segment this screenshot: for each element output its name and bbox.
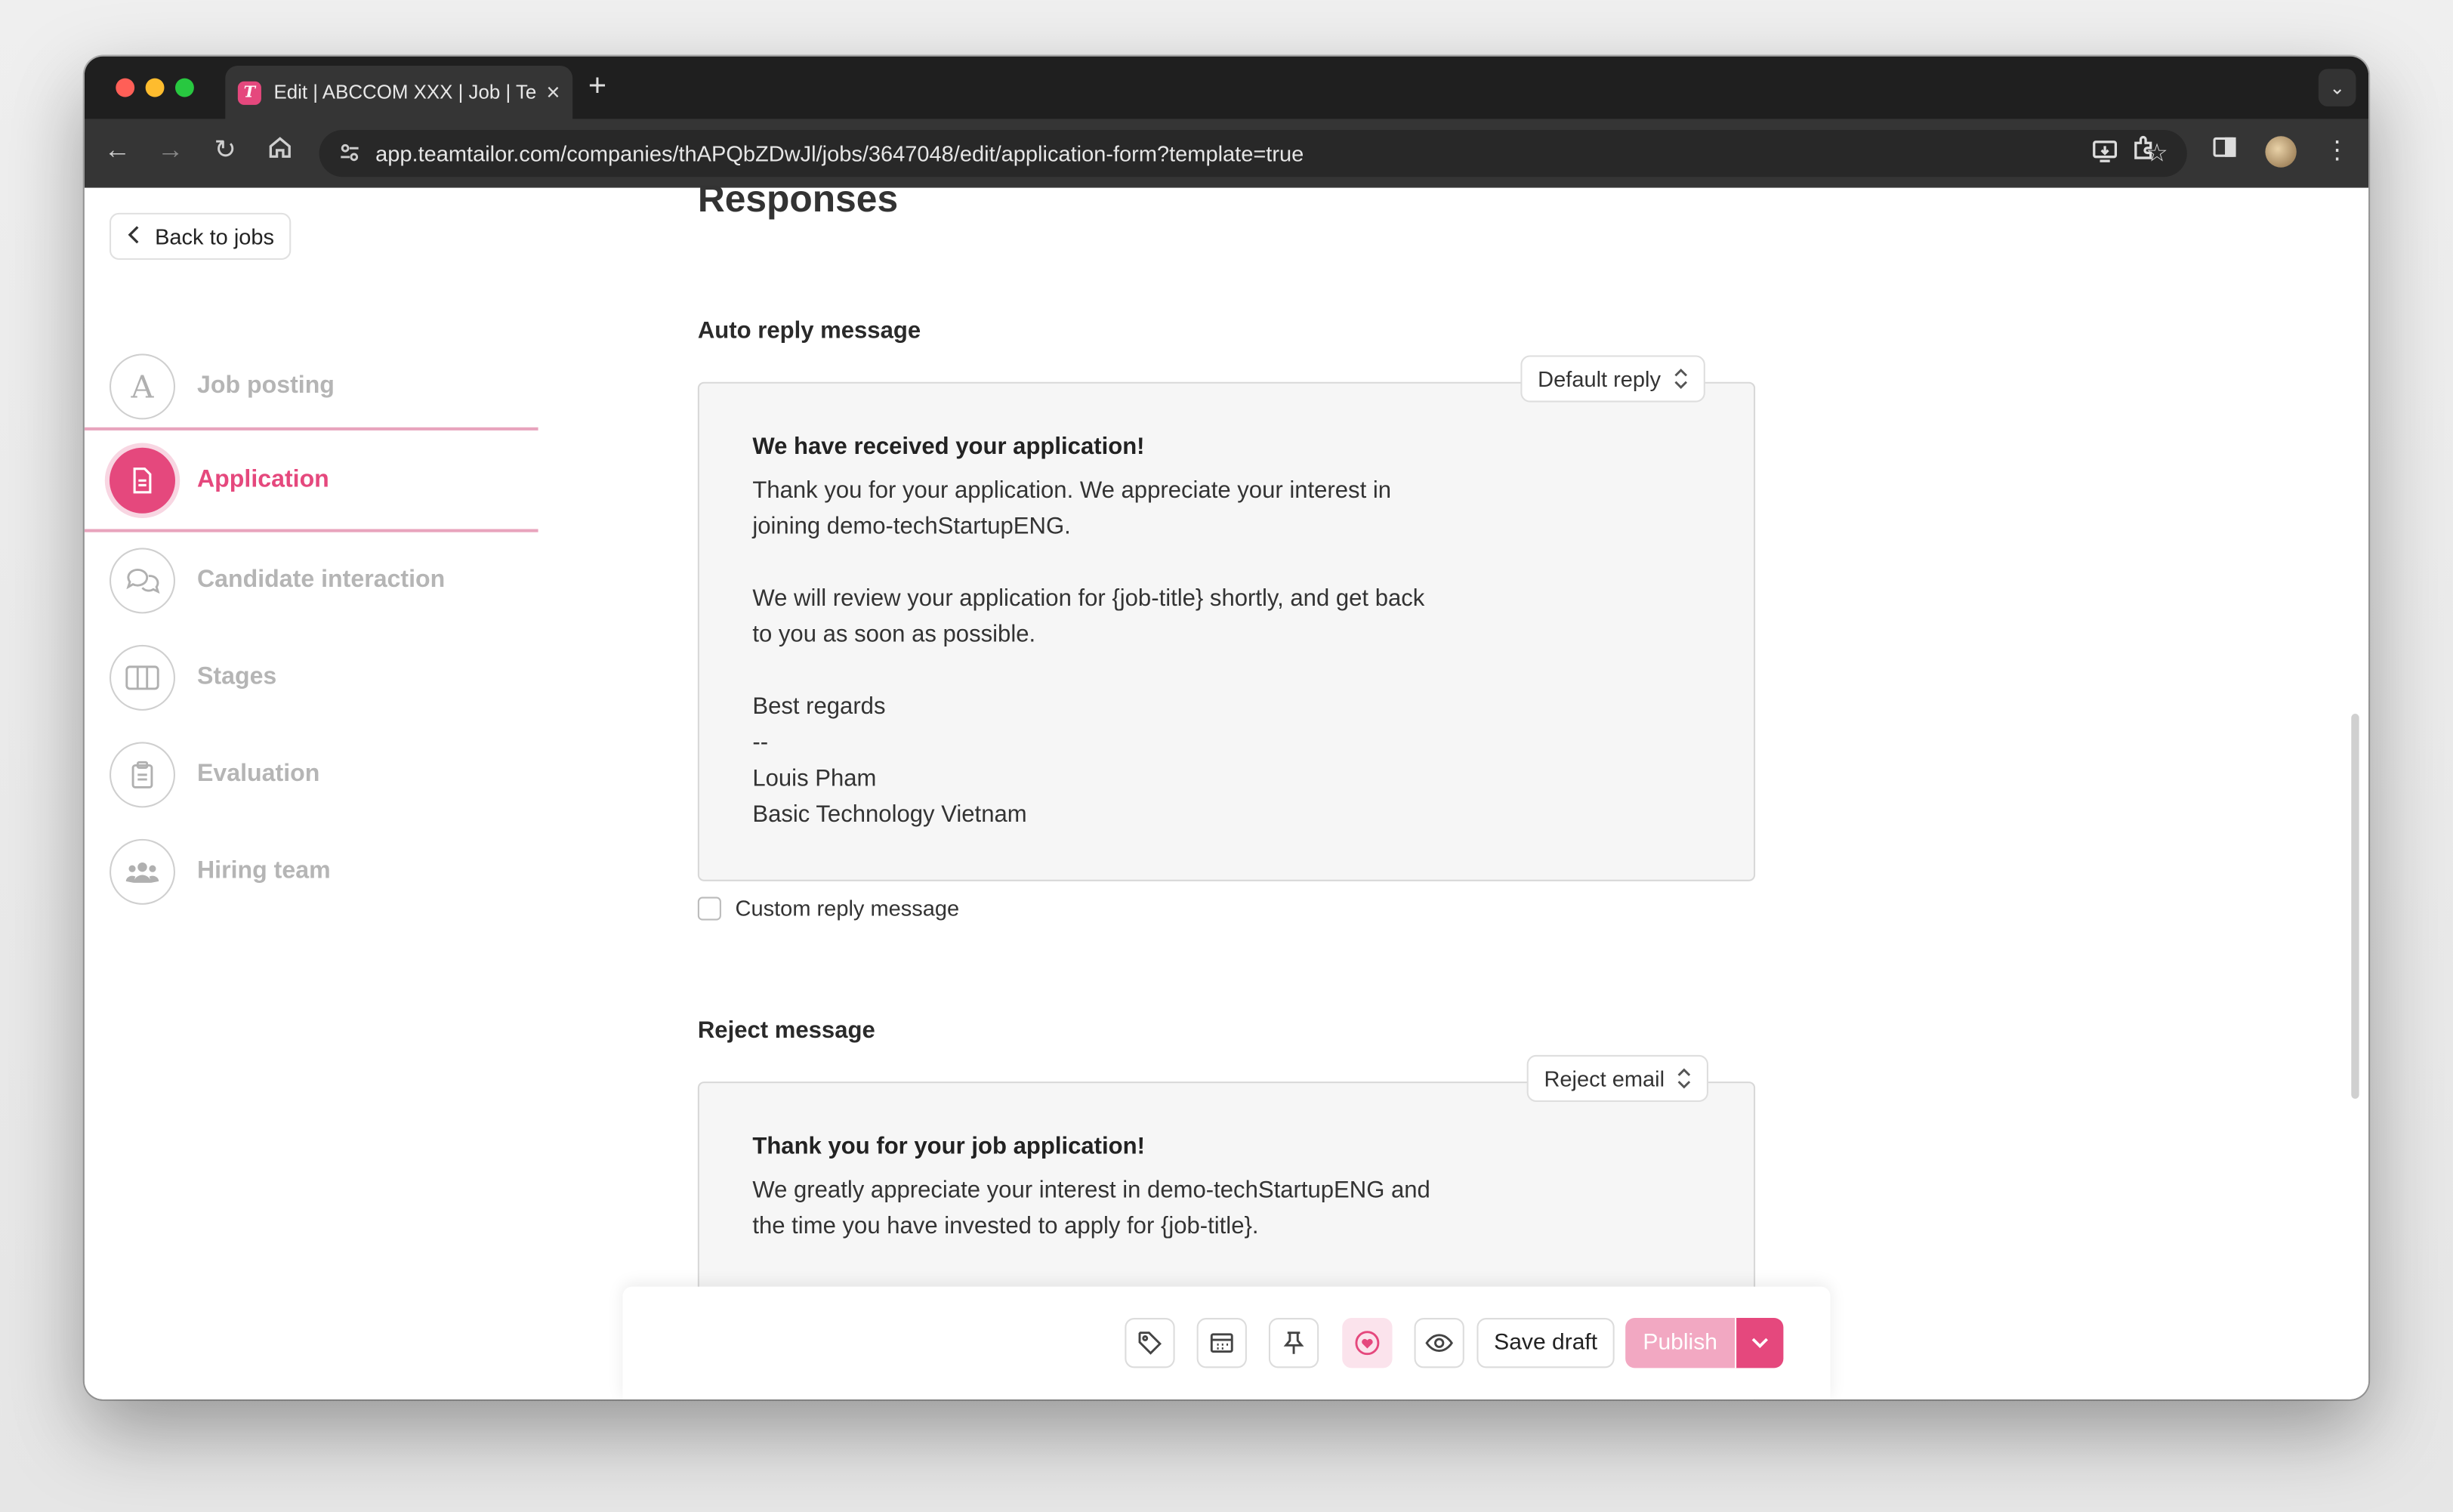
sidebar-item-evaluation[interactable]: Evaluation <box>85 727 538 823</box>
reject-message-label: Reject message <box>697 1017 875 1045</box>
custom-reply-label[interactable]: Custom reply message <box>736 895 960 920</box>
browser-tab[interactable]: T Edit | ABCCOM XXX | Job | Te × <box>225 66 573 119</box>
tab-title: Edit | ABCCOM XXX | Job | Te <box>273 81 537 103</box>
custom-reply-checkbox[interactable] <box>697 896 721 920</box>
auto-reply-template-select[interactable]: Default reply <box>1520 355 1705 403</box>
custom-reply-row[interactable]: Custom reply message <box>697 895 960 921</box>
heart-icon[interactable] <box>1342 1318 1393 1369</box>
sidebar-item-label: Candidate interaction <box>196 566 446 594</box>
sidebar-item-label: Evaluation <box>196 761 320 788</box>
chevron-down-icon <box>1751 1338 1768 1348</box>
auto-reply-title: We have received your application! <box>752 434 1145 461</box>
extensions-icon[interactable] <box>2131 134 2157 169</box>
auto-reply-preview: We have received your application! Thank… <box>697 381 1756 881</box>
chat-bubbles-icon <box>109 548 175 614</box>
maximize-window-button[interactable] <box>174 78 194 97</box>
chevron-up-down-icon <box>1674 367 1688 390</box>
sidebar-item-label: Job posting <box>196 372 335 400</box>
clipboard-icon <box>109 742 175 808</box>
sidebar-item-hiring-team[interactable]: Hiring team <box>85 823 538 920</box>
address-bar[interactable]: app.teamtailor.com/companies/thAPQbZDwJl… <box>319 130 2187 177</box>
sidebar-item-label: Stages <box>196 663 277 690</box>
home-icon[interactable] <box>261 134 299 168</box>
sidebar-item-label: Application <box>196 465 329 492</box>
url-text: app.teamtailor.com/companies/thAPQbZDwJl… <box>375 140 1304 166</box>
sidebar-item-job-posting[interactable]: A Job posting <box>85 338 538 435</box>
columns-icon <box>109 644 175 711</box>
page-content: Back to jobs A Job posting Application C… <box>84 178 2369 1399</box>
document-icon <box>109 446 175 513</box>
back-to-jobs-label: Back to jobs <box>155 224 275 249</box>
tab-close-icon[interactable]: × <box>546 79 560 106</box>
install-app-icon[interactable] <box>2091 137 2118 172</box>
calendar-icon[interactable] <box>1196 1318 1247 1369</box>
tag-icon[interactable] <box>1125 1318 1175 1369</box>
sidebar-item-stages[interactable]: Stages <box>85 629 538 726</box>
browser-window: T Edit | ABCCOM XXX | Job | Te × + ⌄ ← →… <box>84 56 2369 1399</box>
auto-reply-label: Auto reply message <box>697 317 921 344</box>
pin-icon[interactable] <box>1268 1318 1319 1369</box>
tab-search-chevron-icon[interactable]: ⌄ <box>2318 69 2356 106</box>
auto-reply-template-value: Default reply <box>1538 366 1661 392</box>
close-window-button[interactable] <box>116 78 135 97</box>
side-panel-icon[interactable] <box>2212 134 2237 168</box>
site-settings-icon[interactable] <box>338 141 361 169</box>
eye-icon[interactable] <box>1414 1318 1464 1369</box>
title-bar: T Edit | ABCCOM XXX | Job | Te × + ⌄ <box>84 56 2369 119</box>
reject-template-value: Reject email <box>1544 1066 1665 1091</box>
page-scrollbar[interactable] <box>2351 714 2359 1099</box>
save-draft-button[interactable]: Save draft <box>1476 1318 1615 1369</box>
publish-options-button[interactable] <box>1735 1318 1784 1369</box>
chevron-left-icon <box>127 223 143 249</box>
browser-menu-icon[interactable]: ⋮ <box>2325 134 2350 165</box>
teamtailor-favicon-icon: T <box>237 80 261 104</box>
sidebar-item-candidate-interaction[interactable]: Candidate interaction <box>85 532 538 629</box>
action-bar: Save draft Publish <box>622 1286 1831 1399</box>
back-arrow-icon[interactable]: ← <box>98 134 136 165</box>
back-to-jobs-button[interactable]: Back to jobs <box>109 212 292 261</box>
sidebar-item-label: Hiring team <box>196 857 331 884</box>
chevron-up-down-icon <box>1677 1066 1692 1090</box>
section-heading: Responses <box>697 178 899 221</box>
browser-toolbar: ← → ↻ app.teamtailor.com/companies/thAPQ… <box>84 119 2369 188</box>
forward-arrow-icon[interactable]: → <box>152 134 190 165</box>
letter-a-icon: A <box>109 353 175 420</box>
people-icon <box>109 838 175 905</box>
reject-message-title: Thank you for your job application! <box>752 1133 1145 1160</box>
profile-avatar[interactable] <box>2265 136 2297 168</box>
new-tab-icon[interactable]: + <box>588 69 606 105</box>
minimize-window-button[interactable] <box>145 78 165 97</box>
auto-reply-body: Thank you for your application. We appre… <box>752 477 1425 829</box>
reject-template-select[interactable]: Reject email <box>1526 1054 1709 1103</box>
publish-button[interactable]: Publish <box>1625 1318 1736 1369</box>
sidebar-item-application[interactable]: Application <box>84 427 538 532</box>
reload-icon[interactable]: ↻ <box>206 134 244 165</box>
